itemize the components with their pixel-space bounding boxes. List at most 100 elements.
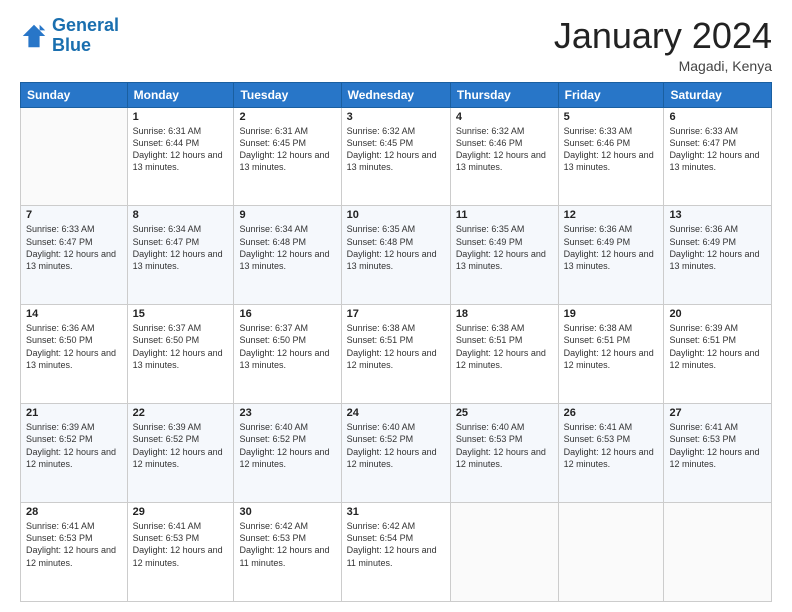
- logo: General Blue: [20, 16, 119, 56]
- day-detail: Sunrise: 6:35 AM Sunset: 6:49 PM Dayligh…: [456, 223, 553, 272]
- day-detail: Sunrise: 6:36 AM Sunset: 6:49 PM Dayligh…: [669, 223, 766, 272]
- day-detail: Sunrise: 6:39 AM Sunset: 6:52 PM Dayligh…: [133, 421, 229, 470]
- cell-0-3: 3 Sunrise: 6:32 AM Sunset: 6:45 PM Daylig…: [341, 107, 450, 206]
- day-number: 6: [669, 111, 766, 123]
- header-thursday: Thursday: [450, 82, 558, 107]
- header: General Blue January 2024 Magadi, Kenya: [20, 16, 772, 74]
- day-detail: Sunrise: 6:39 AM Sunset: 6:51 PM Dayligh…: [669, 322, 766, 371]
- week-row-3: 21 Sunrise: 6:39 AM Sunset: 6:52 PM Dayli…: [21, 404, 772, 503]
- day-detail: Sunrise: 6:33 AM Sunset: 6:46 PM Dayligh…: [564, 125, 659, 174]
- header-sunday: Sunday: [21, 82, 128, 107]
- cell-3-4: 25 Sunrise: 6:40 AM Sunset: 6:53 PM Dayli…: [450, 404, 558, 503]
- day-number: 30: [239, 506, 335, 518]
- day-number: 7: [26, 209, 122, 221]
- day-number: 17: [347, 308, 445, 320]
- day-detail: Sunrise: 6:32 AM Sunset: 6:46 PM Dayligh…: [456, 125, 553, 174]
- day-number: 31: [347, 506, 445, 518]
- cell-1-4: 11 Sunrise: 6:35 AM Sunset: 6:49 PM Dayli…: [450, 206, 558, 305]
- day-detail: Sunrise: 6:38 AM Sunset: 6:51 PM Dayligh…: [564, 322, 659, 371]
- cell-4-4: [450, 503, 558, 602]
- day-detail: Sunrise: 6:40 AM Sunset: 6:53 PM Dayligh…: [456, 421, 553, 470]
- day-number: 10: [347, 209, 445, 221]
- day-number: 1: [133, 111, 229, 123]
- day-detail: Sunrise: 6:37 AM Sunset: 6:50 PM Dayligh…: [239, 322, 335, 371]
- header-monday: Monday: [127, 82, 234, 107]
- cell-2-4: 18 Sunrise: 6:38 AM Sunset: 6:51 PM Dayli…: [450, 305, 558, 404]
- day-number: 28: [26, 506, 122, 518]
- day-number: 18: [456, 308, 553, 320]
- day-detail: Sunrise: 6:41 AM Sunset: 6:53 PM Dayligh…: [564, 421, 659, 470]
- week-row-0: 1 Sunrise: 6:31 AM Sunset: 6:44 PM Daylig…: [21, 107, 772, 206]
- cell-4-0: 28Sunrise: 6:41 AM Sunset: 6:53 PM Dayli…: [21, 503, 128, 602]
- day-detail: Sunrise: 6:41 AM Sunset: 6:53 PM Dayligh…: [133, 520, 229, 569]
- day-detail: Sunrise: 6:33 AM Sunset: 6:47 PM Dayligh…: [669, 125, 766, 174]
- day-number: 3: [347, 111, 445, 123]
- day-number: 11: [456, 209, 553, 221]
- cell-3-3: 24Sunrise: 6:40 AM Sunset: 6:52 PM Dayli…: [341, 404, 450, 503]
- calendar-header: Sunday Monday Tuesday Wednesday Thursday…: [21, 82, 772, 107]
- day-number: 20: [669, 308, 766, 320]
- header-row: Sunday Monday Tuesday Wednesday Thursday…: [21, 82, 772, 107]
- header-friday: Friday: [558, 82, 664, 107]
- day-number: 8: [133, 209, 229, 221]
- day-number: 26: [564, 407, 659, 419]
- cell-1-1: 8 Sunrise: 6:34 AM Sunset: 6:47 PM Daylig…: [127, 206, 234, 305]
- day-detail: Sunrise: 6:33 AM Sunset: 6:47 PM Dayligh…: [26, 223, 122, 272]
- day-detail: Sunrise: 6:38 AM Sunset: 6:51 PM Dayligh…: [347, 322, 445, 371]
- cell-2-5: 19 Sunrise: 6:38 AM Sunset: 6:51 PM Dayli…: [558, 305, 664, 404]
- day-number: 21: [26, 407, 122, 419]
- day-detail: Sunrise: 6:42 AM Sunset: 6:54 PM Dayligh…: [347, 520, 445, 569]
- day-number: 15: [133, 308, 229, 320]
- cell-2-3: 17 Sunrise: 6:38 AM Sunset: 6:51 PM Dayli…: [341, 305, 450, 404]
- day-number: 16: [239, 308, 335, 320]
- day-detail: Sunrise: 6:34 AM Sunset: 6:48 PM Dayligh…: [239, 223, 335, 272]
- header-saturday: Saturday: [664, 82, 772, 107]
- cell-1-0: 7 Sunrise: 6:33 AM Sunset: 6:47 PM Daylig…: [21, 206, 128, 305]
- day-detail: Sunrise: 6:42 AM Sunset: 6:53 PM Dayligh…: [239, 520, 335, 569]
- day-detail: Sunrise: 6:36 AM Sunset: 6:49 PM Dayligh…: [564, 223, 659, 272]
- cell-3-6: 27Sunrise: 6:41 AM Sunset: 6:53 PM Dayli…: [664, 404, 772, 503]
- logo-icon: [20, 22, 48, 50]
- day-number: 9: [239, 209, 335, 221]
- cell-2-6: 20 Sunrise: 6:39 AM Sunset: 6:51 PM Dayli…: [664, 305, 772, 404]
- logo-line2: Blue: [52, 35, 91, 55]
- cell-3-2: 23 Sunrise: 6:40 AM Sunset: 6:52 PM Dayli…: [234, 404, 341, 503]
- cell-1-5: 12 Sunrise: 6:36 AM Sunset: 6:49 PM Dayli…: [558, 206, 664, 305]
- day-number: 23: [239, 407, 335, 419]
- cell-4-6: [664, 503, 772, 602]
- cell-4-3: 31 Sunrise: 6:42 AM Sunset: 6:54 PM Dayli…: [341, 503, 450, 602]
- cell-0-0: [21, 107, 128, 206]
- cell-3-1: 22Sunrise: 6:39 AM Sunset: 6:52 PM Dayli…: [127, 404, 234, 503]
- month-title: January 2024: [554, 16, 772, 56]
- day-detail: Sunrise: 6:38 AM Sunset: 6:51 PM Dayligh…: [456, 322, 553, 371]
- logo-line1: General: [52, 15, 119, 35]
- cell-1-6: 13 Sunrise: 6:36 AM Sunset: 6:49 PM Dayli…: [664, 206, 772, 305]
- cell-3-5: 26 Sunrise: 6:41 AM Sunset: 6:53 PM Dayli…: [558, 404, 664, 503]
- day-detail: Sunrise: 6:32 AM Sunset: 6:45 PM Dayligh…: [347, 125, 445, 174]
- day-number: 25: [456, 407, 553, 419]
- cell-2-1: 15 Sunrise: 6:37 AM Sunset: 6:50 PM Dayli…: [127, 305, 234, 404]
- day-number: 19: [564, 308, 659, 320]
- cell-0-1: 1 Sunrise: 6:31 AM Sunset: 6:44 PM Daylig…: [127, 107, 234, 206]
- day-number: 14: [26, 308, 122, 320]
- day-detail: Sunrise: 6:34 AM Sunset: 6:47 PM Dayligh…: [133, 223, 229, 272]
- day-detail: Sunrise: 6:40 AM Sunset: 6:52 PM Dayligh…: [239, 421, 335, 470]
- day-detail: Sunrise: 6:37 AM Sunset: 6:50 PM Dayligh…: [133, 322, 229, 371]
- week-row-4: 28 Sunrise: 6:41 AM Sunset: 6:53 PM Dayli…: [21, 503, 772, 602]
- day-number: 5: [564, 111, 659, 123]
- day-detail: Sunrise: 6:36 AM Sunset: 6:50 PM Dayligh…: [26, 322, 122, 371]
- day-detail: Sunrise: 6:40 AM Sunset: 6:52 PM Dayligh…: [347, 421, 445, 470]
- cell-4-1: 29 Sunrise: 6:41 AM Sunset: 6:53 PM Dayli…: [127, 503, 234, 602]
- day-number: 13: [669, 209, 766, 221]
- day-detail: Sunrise: 6:39 AM Sunset: 6:52 PM Dayligh…: [26, 421, 122, 470]
- day-number: 29: [133, 506, 229, 518]
- day-detail: Sunrise: 6:31 AM Sunset: 6:44 PM Dayligh…: [133, 125, 229, 174]
- calendar-table: Sunday Monday Tuesday Wednesday Thursday…: [20, 82, 772, 602]
- cell-0-6: 6 Sunrise: 6:33 AM Sunset: 6:47 PM Daylig…: [664, 107, 772, 206]
- day-detail: Sunrise: 6:35 AM Sunset: 6:48 PM Dayligh…: [347, 223, 445, 272]
- week-row-2: 14 Sunrise: 6:36 AM Sunset: 6:50 PM Dayli…: [21, 305, 772, 404]
- title-block: January 2024 Magadi, Kenya: [554, 16, 772, 74]
- page: General Blue January 2024 Magadi, Kenya …: [0, 0, 792, 612]
- cell-2-0: 14 Sunrise: 6:36 AM Sunset: 6:50 PM Dayli…: [21, 305, 128, 404]
- day-number: 12: [564, 209, 659, 221]
